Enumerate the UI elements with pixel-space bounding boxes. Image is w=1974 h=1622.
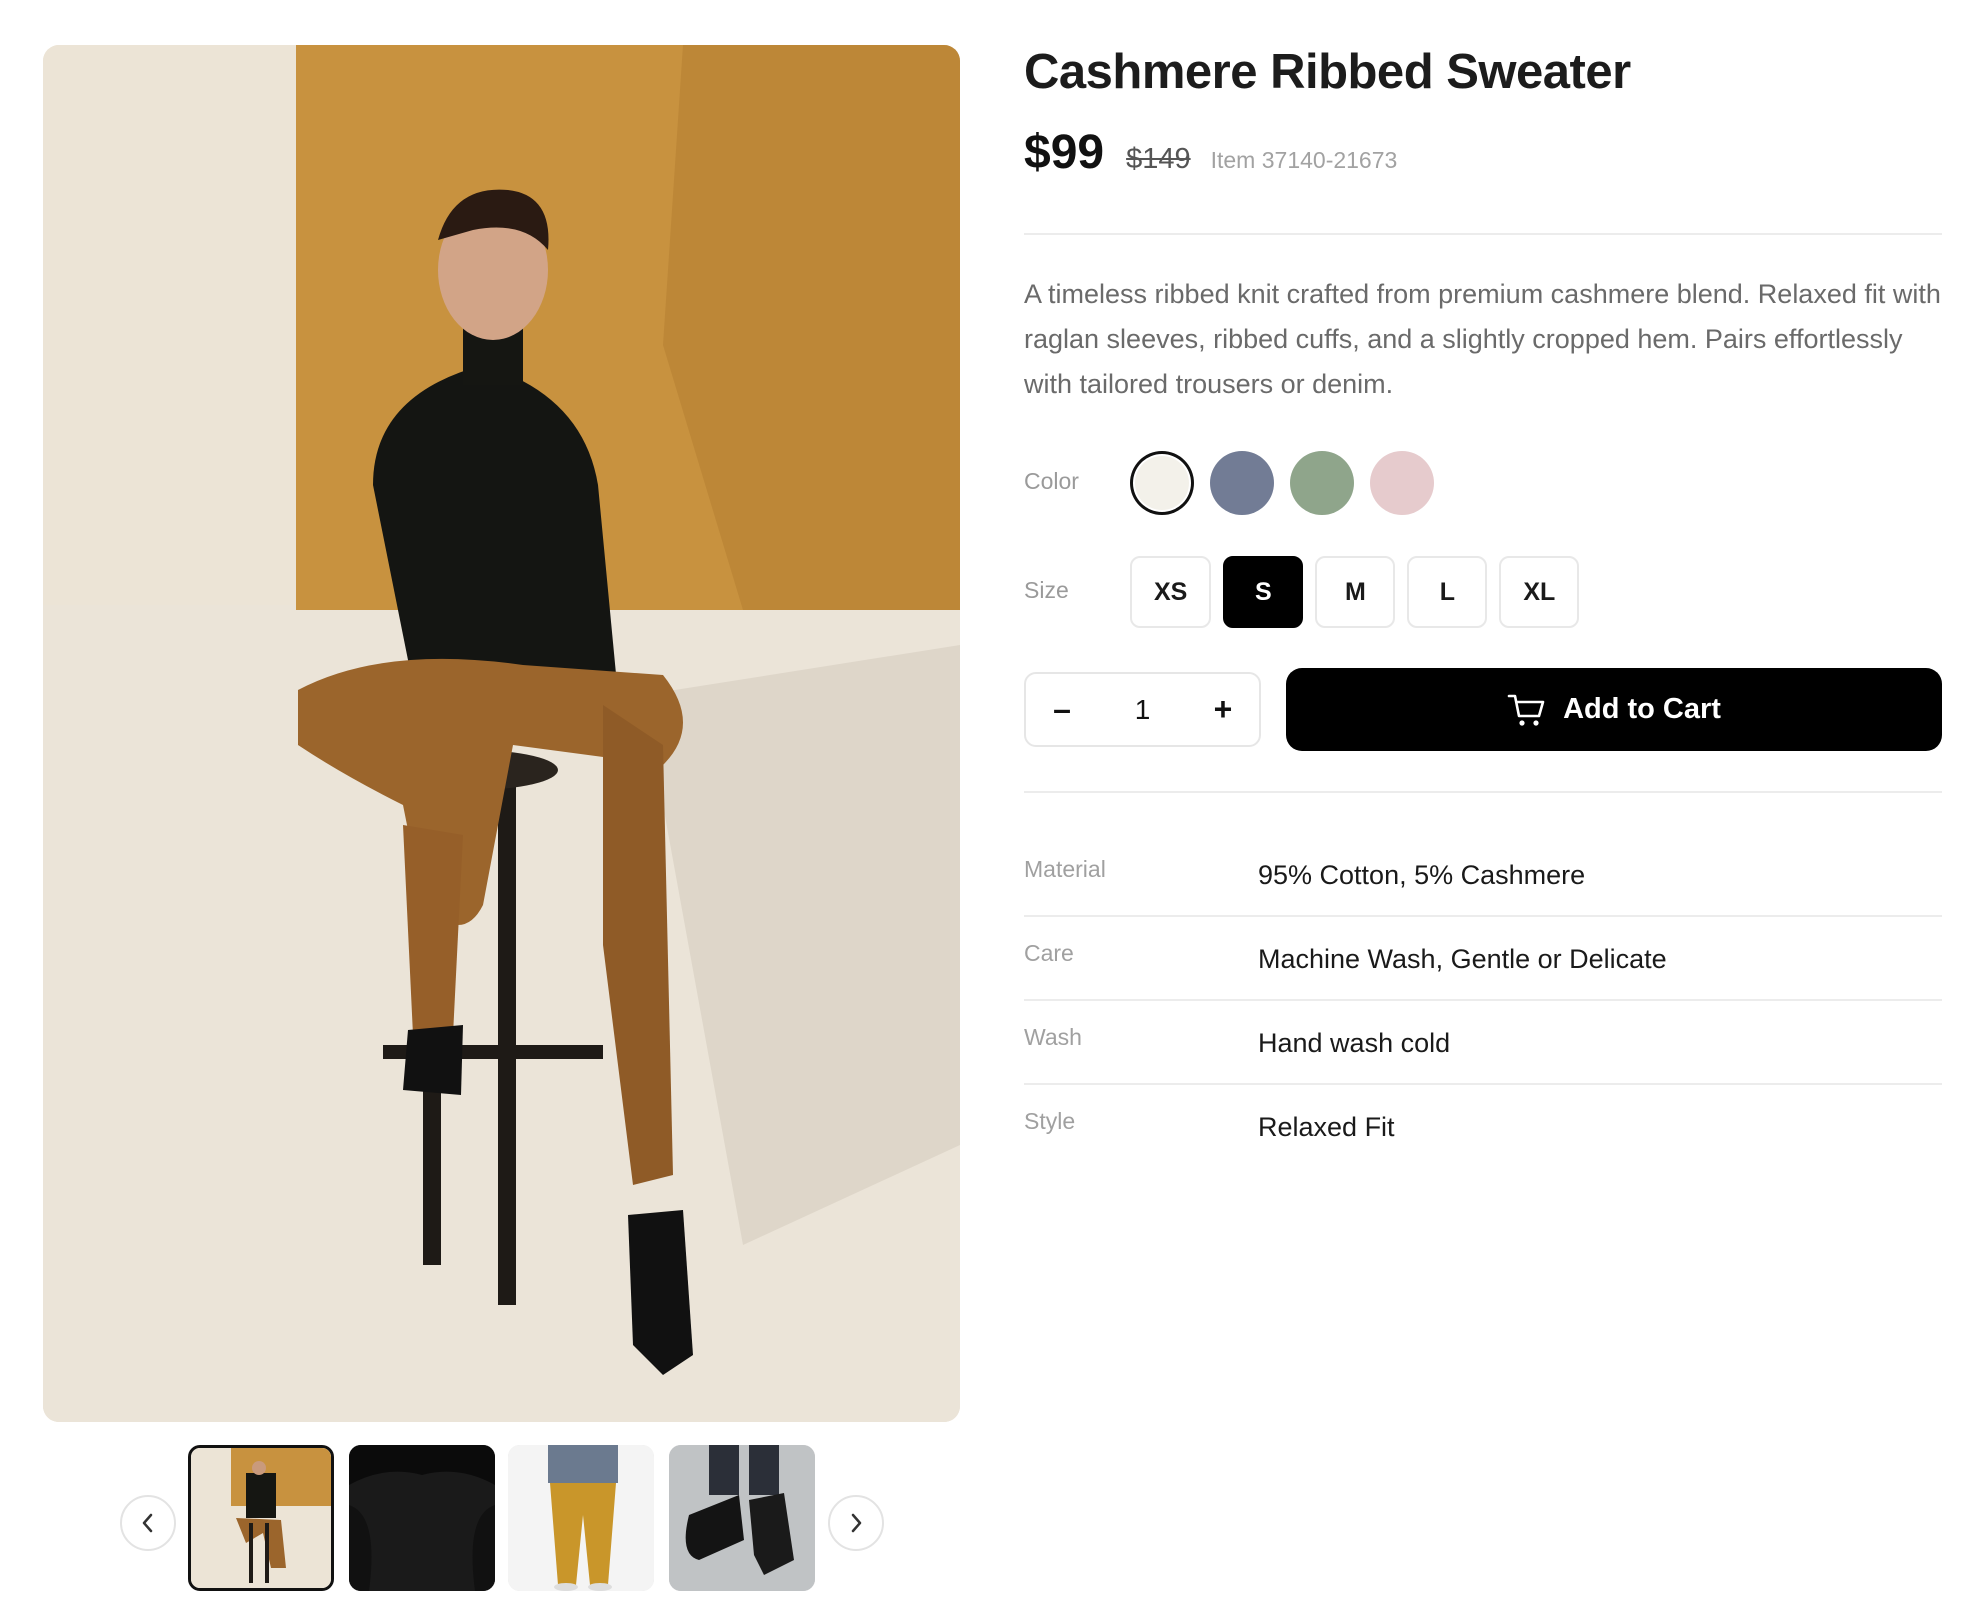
color-swatches bbox=[1130, 451, 1434, 515]
spec-key: Wash bbox=[1024, 1024, 1082, 1050]
product-description: A timeless ribbed knit crafted from prem… bbox=[1024, 279, 1941, 399]
spec-key: Material bbox=[1024, 856, 1106, 882]
spec-value: Machine Wash, Gentle or Delicate bbox=[1258, 944, 1667, 974]
add-to-cart-label: Add to Cart bbox=[1563, 693, 1721, 725]
thumbnail-2[interactable] bbox=[349, 1445, 495, 1591]
thumbnail-strip bbox=[120, 1445, 884, 1591]
quantity-stepper: – 1 + bbox=[1024, 672, 1261, 747]
original-price: $149 bbox=[1126, 143, 1191, 175]
spec-value: Hand wash cold bbox=[1258, 1028, 1451, 1058]
model-photo bbox=[43, 45, 960, 1422]
color-label: Color bbox=[1024, 468, 1079, 494]
divider bbox=[1024, 915, 1942, 917]
spec-row-style: Style Relaxed Fit bbox=[1024, 1108, 1942, 1192]
product-main-image bbox=[43, 45, 960, 1422]
product-title: Cashmere Ribbed Sweater bbox=[1024, 45, 1631, 99]
gallery-next-button[interactable] bbox=[828, 1495, 884, 1551]
size-options: XS S M L XL bbox=[1130, 556, 1580, 628]
divider bbox=[1024, 999, 1942, 1001]
spec-row-care: Care Machine Wash, Gentle or Delicate bbox=[1024, 940, 1942, 1024]
decrement-button[interactable]: – bbox=[1046, 691, 1078, 728]
add-to-cart-button[interactable]: Add to Cart bbox=[1286, 668, 1942, 751]
increment-button[interactable]: + bbox=[1207, 691, 1239, 728]
divider bbox=[1024, 1083, 1942, 1085]
size-option-m[interactable]: M bbox=[1315, 556, 1396, 628]
spec-value: 95% Cotton, 5% Cashmere bbox=[1258, 860, 1586, 890]
thumbnail-image bbox=[508, 1445, 654, 1591]
thumbnail-4[interactable] bbox=[669, 1445, 815, 1591]
price-row: $99 $149 Item 37140-21673 bbox=[1024, 125, 1397, 180]
thumbnail-image bbox=[191, 1448, 331, 1588]
spec-key: Care bbox=[1024, 940, 1074, 966]
color-swatch-pink[interactable] bbox=[1370, 451, 1434, 515]
thumbnail-1[interactable] bbox=[188, 1445, 334, 1591]
color-swatch-blue[interactable] bbox=[1210, 451, 1274, 515]
sale-price: $99 bbox=[1024, 126, 1105, 179]
size-label: Size bbox=[1024, 577, 1069, 603]
size-option-xs[interactable]: XS bbox=[1130, 556, 1212, 628]
chevron-left-icon bbox=[142, 1513, 153, 1533]
spec-key: Style bbox=[1024, 1108, 1076, 1134]
thumbnail-image bbox=[669, 1445, 815, 1591]
chevron-right-icon bbox=[851, 1513, 862, 1533]
size-option-xl[interactable]: XL bbox=[1499, 556, 1580, 628]
thumbnail-image bbox=[349, 1445, 495, 1591]
item-number: Item 37140-21673 bbox=[1210, 147, 1398, 173]
spec-row-material: Material 95% Cotton, 5% Cashmere bbox=[1024, 856, 1942, 940]
quantity-value[interactable]: 1 bbox=[1135, 694, 1151, 726]
swatch-fill bbox=[1135, 456, 1189, 510]
cart-icon bbox=[1507, 694, 1545, 726]
color-swatch-cream[interactable] bbox=[1130, 451, 1194, 515]
divider bbox=[1024, 233, 1942, 235]
spec-value: Relaxed Fit bbox=[1258, 1112, 1395, 1142]
size-option-s[interactable]: S bbox=[1223, 556, 1304, 628]
divider bbox=[1024, 791, 1942, 793]
spec-row-wash: Wash Hand wash cold bbox=[1024, 1024, 1942, 1108]
thumbnail-3[interactable] bbox=[508, 1445, 654, 1591]
gallery-prev-button[interactable] bbox=[120, 1495, 176, 1551]
size-option-l[interactable]: L bbox=[1407, 556, 1488, 628]
color-swatch-green[interactable] bbox=[1290, 451, 1354, 515]
